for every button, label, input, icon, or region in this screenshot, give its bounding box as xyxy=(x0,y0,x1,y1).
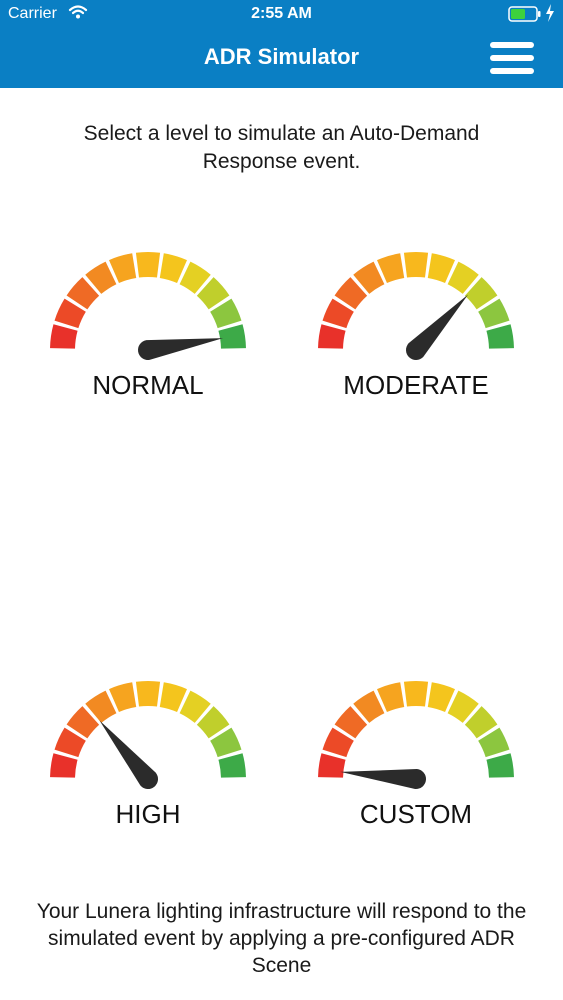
gauge-segment xyxy=(135,681,161,707)
gauge-normal-button[interactable]: NORMAL xyxy=(38,250,258,420)
status-bar: Carrier 2:55 AM xyxy=(0,0,563,30)
gauge-segment xyxy=(135,252,161,278)
gauge-needle xyxy=(405,294,469,361)
gauge-normal-icon xyxy=(50,252,246,360)
gauge-normal-label: NORMAL xyxy=(92,370,204,400)
gauge-needle xyxy=(340,769,426,789)
gauge-needle xyxy=(99,720,159,790)
footer-text: Your Lunera lighting infrastructure will… xyxy=(36,900,527,977)
battery-icon xyxy=(508,6,542,27)
gauge-segment xyxy=(486,324,514,349)
gauge-high-button[interactable]: HIGH xyxy=(38,679,258,849)
page-title: ADR Simulator xyxy=(203,44,360,69)
gauge-segment xyxy=(50,753,78,778)
gauge-needle xyxy=(138,338,224,360)
gauge-segment xyxy=(486,753,514,778)
gauge-segment xyxy=(403,252,429,278)
gauge-segment xyxy=(218,324,246,349)
nav-bar: ADR Simulator xyxy=(0,30,563,88)
hamburger-menu-icon[interactable] xyxy=(488,40,536,76)
gauge-moderate-icon xyxy=(318,252,514,361)
gauge-custom-button[interactable]: CUSTOM xyxy=(306,679,526,849)
gauge-segment xyxy=(218,753,246,778)
charging-bolt-icon xyxy=(545,4,555,27)
gauge-high-icon xyxy=(50,681,246,790)
gauge-segment xyxy=(50,324,78,349)
status-time: 2:55 AM xyxy=(251,5,312,22)
gauge-segment xyxy=(318,324,346,349)
gauge-custom-label: CUSTOM xyxy=(359,799,473,829)
gauge-segment xyxy=(403,681,429,707)
gauge-custom-icon xyxy=(318,681,514,789)
gauge-moderate-button[interactable]: MODERATE xyxy=(306,250,526,420)
gauge-moderate-label: MODERATE xyxy=(343,370,489,400)
gauge-high-label: HIGH xyxy=(115,799,181,829)
intro-text: Select a level to simulate an Auto-Deman… xyxy=(83,122,480,173)
gauge-segment xyxy=(318,753,346,778)
